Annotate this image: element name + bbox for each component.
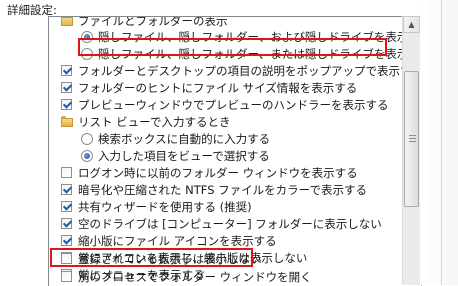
option-label: ファイルとフォルダーの表示: [78, 16, 228, 28]
checkbox-option[interactable]: ログオン時に以前のフォルダー ウィンドウを表示する: [49, 165, 409, 181]
scroll-thumb[interactable]: [404, 71, 419, 207]
option-label: 暗号化や圧縮された NTFS ファイルをカラーで表示する: [78, 183, 367, 197]
tree-group-header: ファイルとフォルダーの表示: [49, 16, 409, 29]
option-label: ログオン時に以前のフォルダー ウィンドウを表示する: [78, 166, 358, 180]
option-label: リスト ビューで入力するとき: [78, 115, 231, 129]
radio-option[interactable]: 入力した項目をビューで選択する: [49, 148, 409, 164]
advanced-settings-tree[interactable]: ファイルとフォルダーの表示隠しファイル、隠しフォルダー、および隠しドライブを表示…: [48, 16, 422, 286]
checkbox[interactable]: [61, 271, 72, 282]
checkbox[interactable]: [61, 235, 72, 246]
radio-button[interactable]: [81, 150, 93, 162]
grip-line: [409, 141, 416, 142]
checkbox-option[interactable]: 縮小版にファイル アイコンを表示する: [49, 233, 409, 249]
option-label: フォルダーとデスクトップの項目の説明をポップアップで表示する: [78, 64, 422, 78]
checkbox[interactable]: [61, 99, 72, 110]
option-label: 別のプロセスでフォルダー ウィンドウを開く: [78, 270, 312, 284]
option-label: 隠しファイル、隠しフォルダー、または隠しドライブを表示しない: [98, 47, 422, 61]
option-label: 空のドライブは [コンピューター] フォルダーに表示しない: [78, 217, 382, 231]
folder-icon: [61, 17, 73, 26]
checkbox[interactable]: [61, 167, 72, 178]
grip-line: [409, 138, 416, 139]
checkbox[interactable]: [61, 184, 72, 195]
dialog-right-border: [441, 0, 442, 285]
radio-option[interactable]: 隠しファイル、隠しフォルダー、および隠しドライブを表示する: [49, 29, 421, 45]
option-label: 登録されている拡張子は表示しない: [78, 252, 262, 266]
dialog-right-margin: [420, 0, 458, 285]
checkbox-option[interactable]: 空のドライブは [コンピューター] フォルダーに表示しない: [49, 216, 409, 232]
radio-option[interactable]: 検索ボックスに自動的に入力する: [49, 131, 409, 147]
checkbox[interactable]: [61, 201, 72, 212]
checkbox-option[interactable]: プレビューウィンドウでプレビューのハンドラーを表示する: [49, 97, 409, 113]
checkbox-option[interactable]: フォルダーとデスクトップの項目の説明をポップアップで表示する: [49, 63, 421, 79]
checkbox-option[interactable]: 別のプロセスでフォルダー ウィンドウを開く: [49, 269, 409, 285]
chevron-up-icon: ▲: [408, 20, 415, 29]
option-label: 縮小版にファイル アイコンを表示する: [78, 234, 277, 248]
radio-button[interactable]: [81, 48, 93, 60]
radio-button[interactable]: [81, 133, 93, 145]
option-label: プレビューウィンドウでプレビューのハンドラーを表示する: [78, 98, 389, 112]
checkbox-option[interactable]: フォルダーのヒントにファイル サイズ情報を表示する: [49, 80, 409, 96]
checkbox[interactable]: [61, 65, 72, 76]
option-label: 入力した項目をビューで選択する: [98, 149, 270, 163]
checkbox-option[interactable]: 登録されている拡張子は表示しない: [49, 251, 409, 267]
option-label: フォルダーのヒントにファイル サイズ情報を表示する: [78, 81, 358, 95]
option-label: 共有ウィザードを使用する (推奨): [78, 200, 252, 214]
checkbox-option[interactable]: 暗号化や圧縮された NTFS ファイルをカラーで表示する: [49, 182, 409, 198]
tree-group-header: リスト ビューで入力するとき: [49, 114, 409, 130]
folder-icon: [61, 116, 73, 127]
dialog-left-margin: [0, 16, 48, 285]
radio-button[interactable]: [81, 31, 93, 43]
checkbox[interactable]: [61, 82, 72, 93]
scroll-up-button[interactable]: ▲: [403, 16, 420, 33]
checkbox[interactable]: [61, 253, 72, 264]
option-label: 検索ボックスに自動的に入力する: [98, 132, 271, 146]
checkbox-option[interactable]: 共有ウィザードを使用する (推奨): [49, 199, 409, 215]
grip-line: [409, 135, 416, 136]
checkbox[interactable]: [61, 218, 72, 229]
radio-option[interactable]: 隠しファイル、隠しフォルダー、または隠しドライブを表示しない: [49, 46, 421, 62]
vertical-scrollbar[interactable]: ▲: [402, 16, 420, 285]
option-label: 隠しファイル、隠しフォルダー、および隠しドライブを表示する: [98, 30, 422, 44]
